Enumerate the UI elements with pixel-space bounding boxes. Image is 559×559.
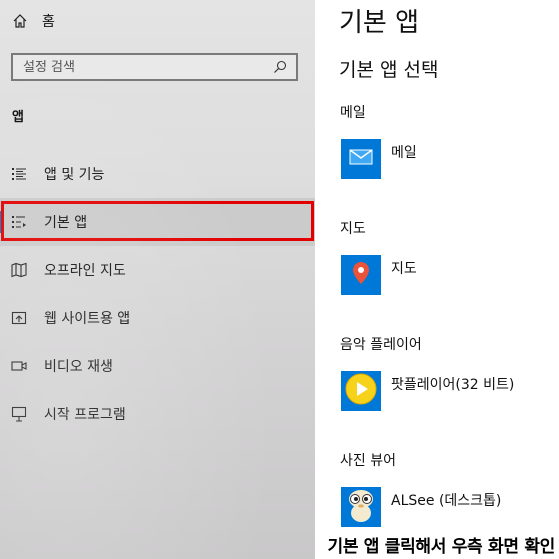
sidebar-item-label: 웹 사이트용 앱 — [44, 311, 131, 327]
category-label-photo-viewer: 사진 뷰어 — [340, 453, 396, 469]
mail-app-tile[interactable] — [341, 139, 381, 179]
sidebar-item-label: 앱 및 기능 — [44, 167, 105, 183]
maps-app-tile[interactable] — [341, 255, 381, 295]
video-playback-icon — [11, 358, 27, 374]
main-panel: 기본 앱 기본 앱 선택 메일 메일 지도 지도 음악 플레이어 팟플레이어(3… — [315, 0, 559, 559]
sidebar-item-label: 시작 프로그램 — [44, 407, 126, 423]
category-label-mail: 메일 — [340, 105, 366, 121]
app-name-music-player[interactable]: 팟플레이어(32 비트) — [391, 374, 514, 394]
category-label-maps: 지도 — [340, 221, 366, 237]
sidebar-nav: 앱 및 기능 기본 앱 오프라인 지도 웹 사이트용 앱 비디오 재생 시작 프… — [0, 150, 315, 438]
search-icon[interactable] — [272, 59, 288, 75]
sidebar-item-default-apps[interactable]: 기본 앱 — [0, 198, 315, 246]
sidebar-item-label: 기본 앱 — [44, 215, 88, 231]
settings-search[interactable] — [11, 53, 298, 81]
section-heading-apps: 앱 — [12, 110, 24, 125]
play-icon — [344, 372, 378, 410]
app-name-mail[interactable]: 메일 — [391, 142, 417, 162]
startup-icon — [11, 406, 27, 422]
default-apps-icon — [11, 214, 27, 230]
page-title: 기본 앱 — [339, 8, 420, 38]
section-subtitle: 기본 앱 선택 — [339, 59, 439, 81]
category-label-music-player: 음악 플레이어 — [340, 337, 422, 353]
home-label: 홈 — [42, 14, 55, 30]
annotation-caption: 기본 앱 클릭해서 우측 화면 확인 — [327, 537, 555, 557]
mail-icon — [349, 148, 373, 170]
app-name-maps[interactable]: 지도 — [391, 258, 417, 278]
home-link[interactable]: 홈 — [12, 10, 55, 32]
sidebar-item-startup[interactable]: 시작 프로그램 — [0, 390, 315, 438]
potplayer-app-tile[interactable] — [341, 371, 381, 411]
offline-maps-icon — [11, 262, 27, 278]
alsee-mascot-icon — [344, 487, 378, 527]
sidebar-item-label: 비디오 재생 — [44, 359, 113, 375]
alsee-app-tile[interactable] — [341, 487, 381, 527]
apps-features-icon — [11, 166, 27, 182]
search-input[interactable] — [21, 58, 272, 76]
sidebar-item-apps-for-websites[interactable]: 웹 사이트용 앱 — [0, 294, 315, 342]
settings-sidebar: 홈 앱 앱 및 기능 기본 앱 오프라인 지도 — [0, 0, 315, 559]
app-name-photo-viewer[interactable]: ALSee (데스크톱) — [391, 490, 501, 510]
map-pin-icon — [352, 261, 370, 289]
home-icon — [12, 13, 28, 29]
sidebar-item-offline-maps[interactable]: 오프라인 지도 — [0, 246, 315, 294]
apps-for-websites-icon — [11, 310, 27, 326]
sidebar-item-video-playback[interactable]: 비디오 재생 — [0, 342, 315, 390]
sidebar-item-label: 오프라인 지도 — [44, 263, 126, 279]
sidebar-item-apps-features[interactable]: 앱 및 기능 — [0, 150, 315, 198]
